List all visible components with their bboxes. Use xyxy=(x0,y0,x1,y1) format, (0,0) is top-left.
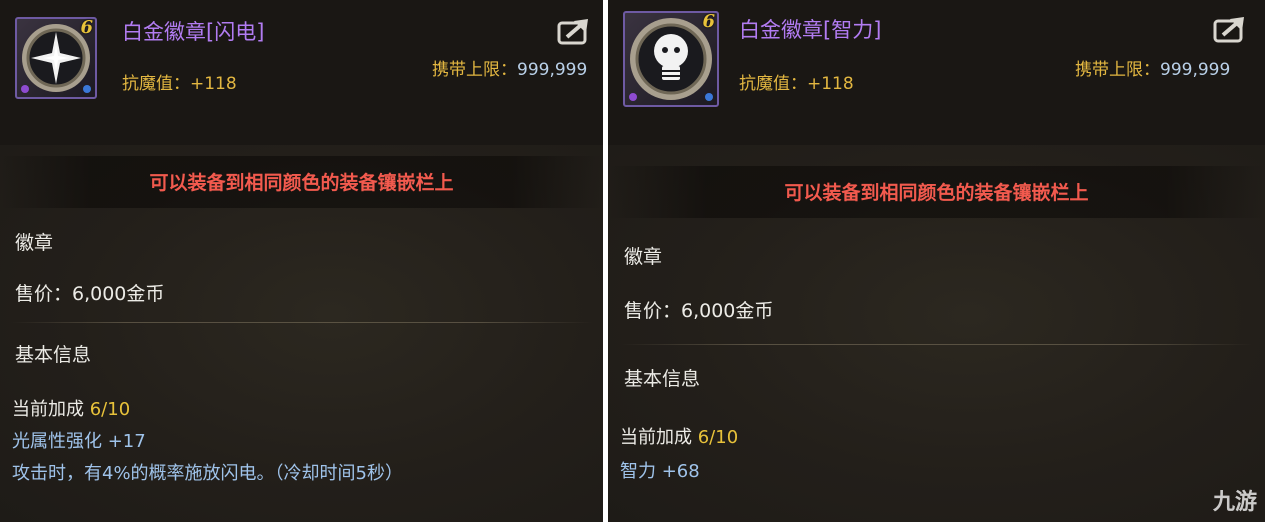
level-badge: 6 xyxy=(702,11,715,32)
current-bonus: 当前加成 6/10 xyxy=(12,395,130,421)
current-bonus-value: 6/10 xyxy=(697,427,739,448)
equip-hint-banner: 可以装备到相同颜色的装备镶嵌栏上 xyxy=(608,166,1265,218)
carry-limit-label: 携带上限： xyxy=(432,60,517,80)
level-badge: 6 xyxy=(80,17,93,38)
current-bonus-label: 当前加成 xyxy=(12,399,90,420)
item-title: 白金徽章[闪电] xyxy=(122,20,265,44)
item-tooltip-lightning: 6 白金徽章[闪电] 抗魔值：+118 携带上限：999,999 可以装备到相同… xyxy=(0,0,603,522)
section-title-basic-info: 基本信息 xyxy=(15,344,92,366)
share-arrow-icon[interactable] xyxy=(557,17,591,45)
effect-line: 攻击时，有4%的概率施放闪电。（冷却时间5秒） xyxy=(12,463,404,484)
attribute-line: 光属性强化 +17 xyxy=(12,431,146,452)
current-bonus: 当前加成 6/10 xyxy=(620,423,738,449)
item-category: 徽章 xyxy=(624,246,663,268)
watermark-text: 九游 xyxy=(1212,490,1257,515)
section-title-basic-info: 基本信息 xyxy=(624,368,701,390)
carry-limit-value: 999,999 xyxy=(1160,60,1231,80)
lightning-star-emblem-icon[interactable]: 6 xyxy=(15,17,97,99)
item-tooltip-intelligence: 6 白金徽章[智力] 抗魔值：+118 携带上限：999,999 可以装备到相同… xyxy=(608,0,1265,522)
current-bonus-label: 当前加成 xyxy=(620,427,698,448)
magic-resist-stat: 抗魔值：+118 xyxy=(122,74,237,94)
equip-hint-text: 可以装备到相同颜色的装备镶嵌栏上 xyxy=(784,182,1089,204)
carry-limit: 携带上限：999,999 xyxy=(432,55,587,80)
equip-hint-banner: 可以装备到相同颜色的装备镶嵌栏上 xyxy=(0,156,603,208)
carry-limit: 携带上限：999,999 xyxy=(1075,55,1230,80)
item-title: 白金徽章[智力] xyxy=(739,18,882,42)
watermark-logo: 九游 xyxy=(1213,484,1257,516)
item-category: 徽章 xyxy=(15,232,54,254)
sell-price: 售价：6,000金币 xyxy=(624,300,774,322)
attribute-line: 智力 +68 xyxy=(620,461,700,482)
carry-limit-label: 携带上限： xyxy=(1075,60,1160,80)
sell-price: 售价：6,000金币 xyxy=(15,283,165,305)
section-divider xyxy=(10,322,593,323)
carry-limit-value: 999,999 xyxy=(517,60,588,80)
magic-resist-stat: 抗魔值：+118 xyxy=(739,74,854,94)
section-divider xyxy=(620,344,1253,345)
current-bonus-value: 6/10 xyxy=(89,399,131,420)
intelligence-bulb-emblem-icon[interactable]: 6 xyxy=(623,11,719,107)
equip-hint-text: 可以装备到相同颜色的装备镶嵌栏上 xyxy=(149,172,454,194)
share-arrow-icon[interactable] xyxy=(1213,15,1247,43)
